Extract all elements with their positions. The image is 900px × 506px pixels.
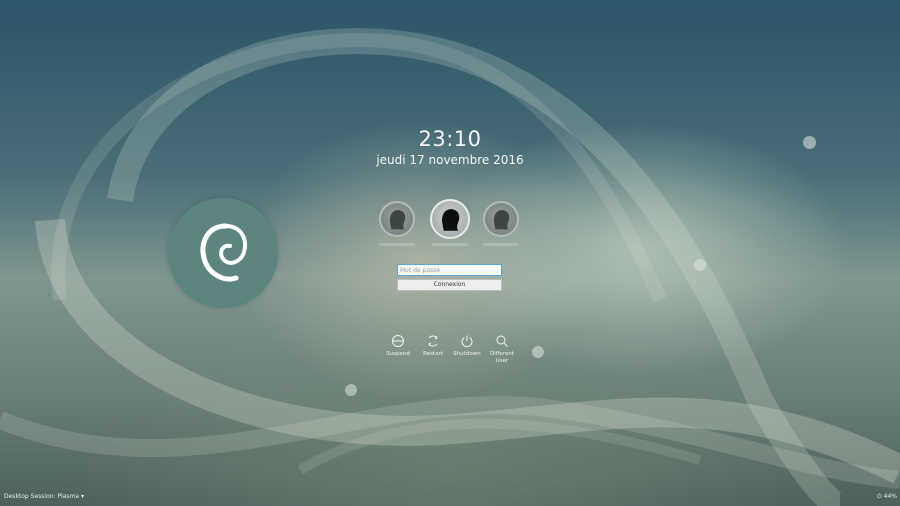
shutdown-label: Shutdown: [453, 351, 481, 357]
user-list: [375, 198, 525, 252]
shutdown-button[interactable]: Shutdown: [449, 334, 485, 358]
battery-icon: ⏻: [876, 493, 882, 500]
different-user-label: Different User: [489, 351, 515, 364]
battery-indicator: ⏻ 44%: [877, 493, 897, 501]
user-avatar[interactable]: [483, 201, 519, 237]
user-silhouette-icon: [493, 210, 510, 230]
user-silhouette-icon: [442, 209, 460, 231]
login-button[interactable]: Connexion: [397, 279, 502, 291]
user-name-placeholder: [483, 243, 519, 246]
user-name-placeholder: [379, 243, 415, 246]
session-selector[interactable]: Desktop Session: Plasma ▾: [4, 493, 84, 500]
password-field[interactable]: [397, 264, 502, 276]
user-name-placeholder: [432, 243, 468, 246]
bokeh-dot: [345, 384, 357, 396]
suspend-icon: [392, 335, 404, 347]
debian-logo: [168, 198, 278, 308]
power-actions: Suspend Restart Shutdown Different User: [380, 334, 520, 374]
clock-time: 23:10: [418, 127, 482, 151]
restart-label: Restart: [423, 351, 443, 357]
user-silhouette-icon: [389, 210, 406, 230]
search-icon: [496, 335, 508, 347]
power-icon: [461, 335, 473, 348]
user-avatar-selected[interactable]: [430, 199, 470, 239]
suspend-label: Suspend: [386, 351, 410, 357]
debian-swirl-icon: [200, 223, 247, 282]
background-swirl: [0, 28, 900, 506]
user-avatar[interactable]: [379, 201, 415, 237]
restart-button[interactable]: Restart: [415, 334, 451, 358]
battery-level: 44%: [883, 493, 897, 500]
restart-icon: [428, 335, 438, 347]
bokeh-dot: [694, 259, 706, 271]
clock-date: jeudi 17 novembre 2016: [376, 153, 524, 167]
different-user-button[interactable]: Different User: [484, 334, 520, 365]
bokeh-dot: [532, 346, 544, 358]
suspend-button[interactable]: Suspend: [380, 334, 416, 358]
